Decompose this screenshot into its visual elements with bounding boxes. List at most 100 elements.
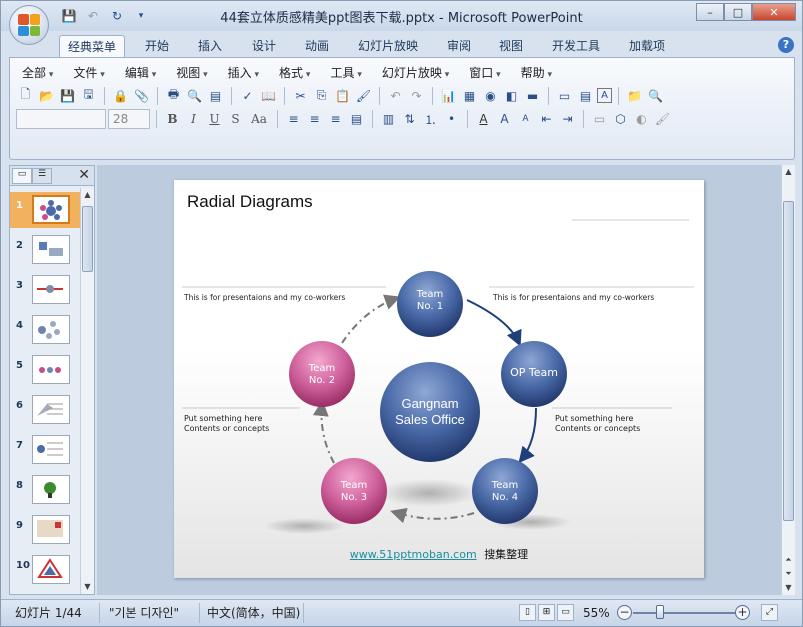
slide-canvas[interactable]: Radial Diagrams This is for presentaions… bbox=[174, 180, 704, 578]
maximize-button[interactable]: □ bbox=[724, 3, 752, 21]
bold-button[interactable]: B bbox=[163, 110, 182, 129]
language-indicator[interactable]: 中文(简体，中国) bbox=[207, 604, 300, 622]
tab-insert[interactable]: 插入 bbox=[190, 35, 230, 57]
slideshow-view-icon[interactable]: ▭ bbox=[557, 604, 574, 621]
right-bottom-note[interactable]: Put something here Contents or concepts bbox=[555, 414, 640, 434]
menu-file[interactable]: 文件 bbox=[67, 64, 110, 82]
font-name-select[interactable] bbox=[16, 109, 106, 129]
layout-icon[interactable]: ▤ bbox=[206, 86, 225, 105]
scroll-thumb[interactable] bbox=[82, 206, 93, 272]
tab-design[interactable]: 设计 bbox=[244, 35, 284, 57]
align-center-icon[interactable]: ≡ bbox=[305, 110, 324, 129]
slide-thumbnail[interactable]: 1 bbox=[10, 192, 80, 228]
new-icon[interactable]: 🗋 bbox=[16, 86, 35, 105]
slide-thumbnail[interactable]: 9 bbox=[10, 512, 80, 548]
tab-view[interactable]: 视图 bbox=[491, 35, 531, 57]
spelling-icon[interactable]: ✓ bbox=[238, 86, 257, 105]
numbering-icon[interactable]: ⒈ bbox=[421, 110, 440, 129]
justify-icon[interactable]: ▤ bbox=[347, 110, 366, 129]
slide-thumbnail[interactable]: 4 bbox=[10, 312, 80, 348]
arrange-icon[interactable]: ⬡ bbox=[611, 110, 630, 129]
shadow-button[interactable]: S bbox=[226, 110, 245, 129]
left-note[interactable]: This is for presentaions and my co-worke… bbox=[184, 293, 345, 302]
menu-insert[interactable]: 插入 bbox=[222, 64, 265, 82]
close-button[interactable]: ✕ bbox=[752, 3, 796, 21]
redo-icon[interactable]: ↷ bbox=[407, 86, 426, 105]
copy-icon[interactable]: ⎘ bbox=[312, 86, 331, 105]
menu-slideshow[interactable]: 幻灯片放映 bbox=[376, 64, 455, 82]
undo-icon[interactable]: ↶ bbox=[386, 86, 405, 105]
previous-slide-icon[interactable]: ⏶ bbox=[782, 553, 795, 567]
color-grayscale-icon[interactable]: ◧ bbox=[502, 86, 521, 105]
zoom-out-icon[interactable]: − bbox=[617, 605, 632, 620]
change-case-button[interactable]: Aa bbox=[247, 110, 271, 129]
scroll-thumb[interactable] bbox=[783, 201, 794, 521]
table-icon[interactable]: ▦ bbox=[460, 86, 479, 105]
tab-slides-thumbnails[interactable]: ▭ bbox=[12, 168, 32, 184]
increase-indent-icon[interactable]: ⇥ bbox=[558, 110, 577, 129]
team3-label[interactable]: Team No. 3 bbox=[324, 480, 384, 504]
print-icon[interactable]: 🖶 bbox=[164, 86, 183, 105]
save-icon[interactable]: 💾 bbox=[58, 86, 77, 105]
office-button[interactable] bbox=[9, 5, 49, 45]
next-slide-icon[interactable]: ⏷ bbox=[782, 567, 795, 581]
tab-developer[interactable]: 开发工具 bbox=[544, 35, 608, 57]
center-label[interactable]: Gangnam Sales Office bbox=[370, 396, 490, 428]
slide-thumbnail[interactable]: 10 bbox=[10, 552, 80, 588]
zoom-slider-track[interactable] bbox=[633, 612, 737, 614]
open-icon[interactable]: 📂 bbox=[37, 86, 56, 105]
tab-review[interactable]: 审阅 bbox=[439, 35, 479, 57]
decrease-indent-icon[interactable]: ⇤ bbox=[537, 110, 556, 129]
research-icon[interactable]: 📖 bbox=[259, 86, 278, 105]
textbox-icon[interactable]: A bbox=[597, 88, 612, 103]
slide-thumbnail[interactable]: 2 bbox=[10, 232, 80, 268]
permission-icon[interactable]: 🔒 bbox=[111, 86, 130, 105]
folder-icon[interactable]: 📁 bbox=[625, 86, 644, 105]
team2-label[interactable]: Team No. 2 bbox=[292, 363, 352, 387]
slide-title[interactable]: Radial Diagrams bbox=[187, 192, 313, 212]
bullets-icon[interactable]: • bbox=[442, 110, 461, 129]
grow-font-icon[interactable]: A bbox=[495, 110, 514, 129]
zoom-slider-handle[interactable] bbox=[656, 605, 664, 619]
menu-format[interactable]: 格式 bbox=[273, 64, 316, 82]
menu-tools[interactable]: 工具 bbox=[324, 64, 367, 82]
footer-link[interactable]: www.51pptmoban.com bbox=[350, 548, 477, 561]
close-pane-icon[interactable]: ✕ bbox=[78, 167, 90, 183]
new-slide-icon[interactable]: ▭ bbox=[555, 86, 574, 105]
tab-home[interactable]: 开始 bbox=[137, 35, 177, 57]
save-as-icon[interactable]: 🖫 bbox=[79, 86, 98, 105]
slide-thumbnail[interactable]: 8 bbox=[10, 472, 80, 508]
slide-thumbnail[interactable]: 5 bbox=[10, 352, 80, 388]
align-right-icon[interactable]: ≡ bbox=[326, 110, 345, 129]
menu-edit[interactable]: 编辑 bbox=[119, 64, 162, 82]
tab-classic-menu[interactable]: 经典菜单 bbox=[59, 35, 126, 57]
slide-thumbnail[interactable]: 6 bbox=[10, 392, 80, 428]
slide-thumbnail[interactable]: 7 bbox=[10, 432, 80, 468]
thumbnail-scrollbar[interactable]: ▲ ▼ bbox=[80, 188, 94, 594]
minimize-button[interactable]: – bbox=[696, 3, 724, 21]
chart-icon[interactable]: 📊 bbox=[439, 86, 458, 105]
font-color-icon[interactable]: A bbox=[474, 110, 493, 129]
zoom-level[interactable]: 55% bbox=[583, 604, 610, 622]
fill-color-icon[interactable]: ▬ bbox=[523, 86, 542, 105]
align-left-icon[interactable]: ≡ bbox=[284, 110, 303, 129]
quick-styles-icon[interactable]: ◐ bbox=[632, 110, 651, 129]
format-painter-icon[interactable]: 🖌 bbox=[354, 86, 373, 105]
shrink-font-icon[interactable]: A bbox=[516, 110, 535, 129]
cut-icon[interactable]: ✂ bbox=[291, 86, 310, 105]
scroll-down-icon[interactable]: ▼ bbox=[782, 581, 795, 595]
italic-button[interactable]: I bbox=[184, 110, 203, 129]
scroll-up-icon[interactable]: ▲ bbox=[81, 188, 94, 202]
theme-name[interactable]: "기본 디자인" bbox=[109, 604, 179, 622]
tab-animations[interactable]: 动画 bbox=[297, 35, 337, 57]
right-note[interactable]: This is for presentaions and my co-worke… bbox=[493, 293, 654, 302]
menu-window[interactable]: 窗口 bbox=[463, 64, 506, 82]
op-team-label[interactable]: OP Team bbox=[499, 366, 569, 379]
team1-label[interactable]: Team No. 1 bbox=[400, 289, 460, 313]
print-preview-icon[interactable]: 🔍 bbox=[185, 86, 204, 105]
slide-thumbnail[interactable]: 3 bbox=[10, 272, 80, 308]
editor-scrollbar[interactable]: ▲ ⏶ ⏷ ▼ bbox=[781, 165, 795, 595]
fit-to-window-icon[interactable]: ⤢ bbox=[761, 604, 778, 621]
shapes-icon[interactable]: ▭ bbox=[590, 110, 609, 129]
team4-label[interactable]: Team No. 4 bbox=[475, 480, 535, 504]
